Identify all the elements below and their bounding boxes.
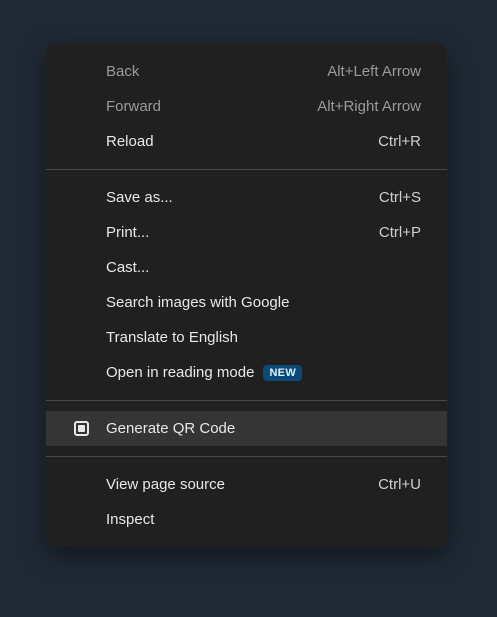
menu-item-shortcut: Ctrl+U [378,476,421,493]
menu-item-search-images[interactable]: Search images with Google [46,285,447,320]
menu-item-label: Reload [106,133,154,150]
menu-item-print[interactable]: Print... Ctrl+P [46,215,447,250]
menu-item-back[interactable]: Back Alt+Left Arrow [46,54,447,89]
context-menu: Back Alt+Left Arrow Forward Alt+Right Ar… [46,43,447,547]
menu-separator [46,400,447,401]
menu-item-label: Print... [106,224,150,241]
menu-item-forward[interactable]: Forward Alt+Right Arrow [46,89,447,124]
menu-item-label: Inspect [106,511,155,528]
menu-separator [46,169,447,170]
menu-item-inspect[interactable]: Inspect [46,502,447,537]
menu-item-label: Translate to English [106,329,239,346]
menu-item-view-page-source[interactable]: View page source Ctrl+U [46,467,447,502]
menu-item-label: Back [106,63,140,80]
menu-item-label: Save as... [106,189,173,206]
menu-item-shortcut: Ctrl+S [378,189,421,206]
menu-item-shortcut: Alt+Left Arrow [327,63,421,80]
menu-item-shortcut: Ctrl+P [378,224,421,241]
menu-item-reading-mode[interactable]: Open in reading mode NEW [46,355,447,390]
menu-item-shortcut: Ctrl+R [378,133,421,150]
menu-item-label: View page source [106,476,225,493]
qr-code-icon [74,421,89,436]
menu-item-label: Open in reading mode NEW [106,364,303,381]
menu-item-label: Generate QR Code [106,420,236,437]
menu-item-generate-qr-code[interactable]: Generate QR Code [46,411,447,446]
menu-item-label: Search images with Google [106,294,290,311]
menu-item-shortcut: Alt+Right Arrow [317,98,421,115]
menu-item-label: Forward [106,98,162,115]
menu-item-translate[interactable]: Translate to English [46,320,447,355]
menu-item-label: Cast... [106,259,150,276]
menu-separator [46,456,447,457]
new-badge: NEW [263,365,303,381]
menu-item-reload[interactable]: Reload Ctrl+R [46,124,447,159]
menu-item-cast[interactable]: Cast... [46,250,447,285]
menu-item-save-as[interactable]: Save as... Ctrl+S [46,180,447,215]
menu-item-label-text: Open in reading mode [106,364,255,381]
